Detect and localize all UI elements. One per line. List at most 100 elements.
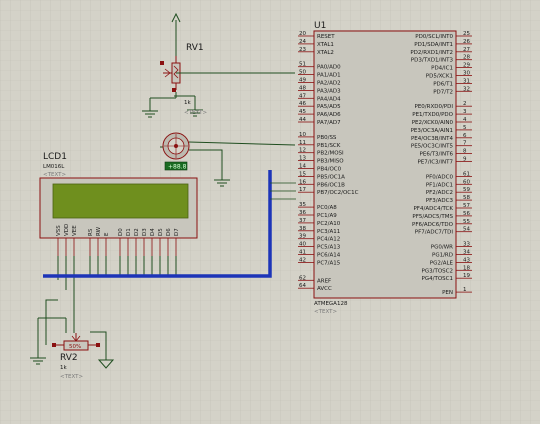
u1-pin-name: PD1/SDA/INT1 xyxy=(414,42,453,48)
u1-pin-name: PA0/AD0 xyxy=(317,65,341,71)
u1-part: ATMEGA128 xyxy=(314,301,348,307)
u1-pin-name: PD6/T1 xyxy=(433,81,453,87)
u1-pin-name: AREF xyxy=(317,278,331,284)
u1-pin-number: 43 xyxy=(463,257,470,263)
u1-pin-number: 57 xyxy=(463,203,470,209)
u1-pin-number: 49 xyxy=(299,78,306,84)
rv1-text-placeholder: <TEXT> xyxy=(184,110,207,116)
u1-pin-number: 13 xyxy=(299,156,306,162)
u1-pin-number: 11 xyxy=(299,140,306,146)
u1-pin-number: 23 xyxy=(299,47,306,53)
u1-pin-number: 42 xyxy=(299,257,306,263)
lcd1-pin-label: D5 xyxy=(158,228,164,236)
u1-pin-name: PC0/A8 xyxy=(317,205,337,211)
u1-pin-number: 59 xyxy=(463,187,470,193)
u1-pin-number: 51 xyxy=(299,62,306,68)
u1-pin-name: PD7/T2 xyxy=(433,89,453,95)
rv2-ref: RV2 xyxy=(60,353,78,363)
u1-pin-name: PA3/AD3 xyxy=(317,88,341,94)
u1-pin-number: 44 xyxy=(299,117,306,123)
u1-pin-number: 31 xyxy=(463,78,470,84)
u1-pin-name: PEN xyxy=(442,290,453,296)
u1-pin-number: 6 xyxy=(463,133,467,139)
u1-pin-name: PA5/AD5 xyxy=(317,104,341,110)
u1-pin-number: 40 xyxy=(299,242,306,248)
u1-pin-number: 47 xyxy=(299,93,306,99)
lcd1-pin-label: E xyxy=(104,232,110,236)
u1-pin-number: 24 xyxy=(299,39,306,45)
u1-pin-name: PD5/XCK1 xyxy=(426,74,453,80)
u1-pin-number: 45 xyxy=(299,109,306,115)
lcd1-pin-label: D7 xyxy=(174,228,180,236)
u1-pin-name: PC2/A10 xyxy=(317,221,341,227)
u1-pin-number: 54 xyxy=(463,227,470,233)
u1-pin-name: PF3/ADC3 xyxy=(426,198,454,204)
u1-pin-name: PB6/OC1B xyxy=(317,182,345,188)
u1-pin-name: PC3/A11 xyxy=(317,229,340,235)
u1-pin-name: PA7/AD7 xyxy=(317,120,341,126)
u1-pin-name: PG4/TOSC1 xyxy=(422,276,453,282)
lcd1-pin-label: D2 xyxy=(134,228,140,236)
u1-pin-name: PD4/IC1 xyxy=(431,66,453,72)
u1-pin-name: PA1/AD1 xyxy=(317,73,341,79)
lcd1-part: LM016L xyxy=(43,164,65,170)
u1-pin-name: PB1/SCK xyxy=(317,143,341,149)
u1-pin-number: 39 xyxy=(299,234,306,240)
lcd1-pin-label: D6 xyxy=(166,228,172,236)
u1-pin-number: 38 xyxy=(299,226,306,232)
u1-pin-name: PC5/A13 xyxy=(317,245,341,251)
lcd1-pin-label: D3 xyxy=(142,228,148,236)
u1-pin-number: 26 xyxy=(463,39,470,45)
lcd1-pin-label: VDD xyxy=(64,224,70,236)
lcd1-pin-label: VEE xyxy=(72,225,78,236)
u1-pin-number: 27 xyxy=(463,47,470,53)
u1-pin-number: 18 xyxy=(463,265,470,271)
u1-pin-name: PD0/SCL/INT0 xyxy=(415,34,453,40)
u1-pin-name: PC7/A15 xyxy=(317,260,341,266)
u1-pin-number: 36 xyxy=(299,210,306,216)
u1-pin-name: PB4/OC0 xyxy=(317,167,342,173)
u1-pin-number: 56 xyxy=(463,211,470,217)
u1-pin-name: XTAL1 xyxy=(317,42,334,48)
motor-indicator-label: +88.8 xyxy=(168,164,187,171)
u1-pin-number: 8 xyxy=(463,149,467,155)
lcd1-pin-label: VSS xyxy=(56,225,62,236)
lcd1-screen xyxy=(52,183,189,219)
u1-pin-name: PG1/RD xyxy=(432,253,453,259)
u1-pin-name: PF5/ADC5/TMS xyxy=(412,214,453,220)
u1-pin-name: PA6/AD6 xyxy=(317,112,341,118)
u1-pin-number: 16 xyxy=(299,179,306,185)
u1-ref: U1 xyxy=(314,21,326,31)
rv2-body-label: 50% xyxy=(69,344,81,350)
u1-pin-name: PE4/OC3B/INT4 xyxy=(411,136,454,142)
u1-pin-name: PF0/ADC0 xyxy=(426,174,454,180)
u1-pin-number: 30 xyxy=(463,71,470,77)
u1-pin-name: PF2/ADC2 xyxy=(426,190,453,196)
u1-pin-number: 46 xyxy=(299,101,306,107)
lcd1-pin-label: D4 xyxy=(150,228,156,236)
u1-text-placeholder: <TEXT> xyxy=(314,309,337,315)
u1-pin-number: 14 xyxy=(299,164,306,170)
u1-pin-number: 58 xyxy=(463,195,470,201)
u1-pin-number: 17 xyxy=(299,187,306,193)
u1-pin-number: 7 xyxy=(463,141,467,147)
u1-pin-number: 9 xyxy=(463,157,467,163)
u1-pin-name: PE3/OC3A/AIN1 xyxy=(411,128,453,134)
u1-pin-name: PA4/AD4 xyxy=(317,96,341,102)
u1-pin-number: 15 xyxy=(299,171,306,177)
u1-pin-number: 28 xyxy=(463,55,470,61)
u1-pin-number: 48 xyxy=(299,85,306,91)
u1-pin-number: 55 xyxy=(463,219,470,225)
u1-pin-number: 20 xyxy=(299,31,306,37)
lcd1-pin-label: RS xyxy=(88,228,94,236)
u1-pin-number: 4 xyxy=(463,117,467,123)
u1-pin-name: PE2/XCK0/AIN0 xyxy=(412,120,454,126)
schematic-canvas: RV1 1k <TEXT> +88.8 LCD1 LM016L <TEXT> V… xyxy=(0,0,540,424)
u1-pin-number: 19 xyxy=(463,273,470,279)
u1-pin-number: 29 xyxy=(463,63,470,69)
u1-microcontroller[interactable]: U1 20 RESET24 XTAL123 XTAL251 PA0/AD050 PA1/A… xyxy=(298,21,472,315)
u1-pin-name: XTAL2 xyxy=(317,50,334,56)
u1-pin-name: PE6/T3/INT6 xyxy=(420,152,454,158)
u1-pin-name: PG3/TOSC2 xyxy=(422,268,453,274)
u1-pin-name: PE0/RXD0/PDI xyxy=(415,104,454,110)
